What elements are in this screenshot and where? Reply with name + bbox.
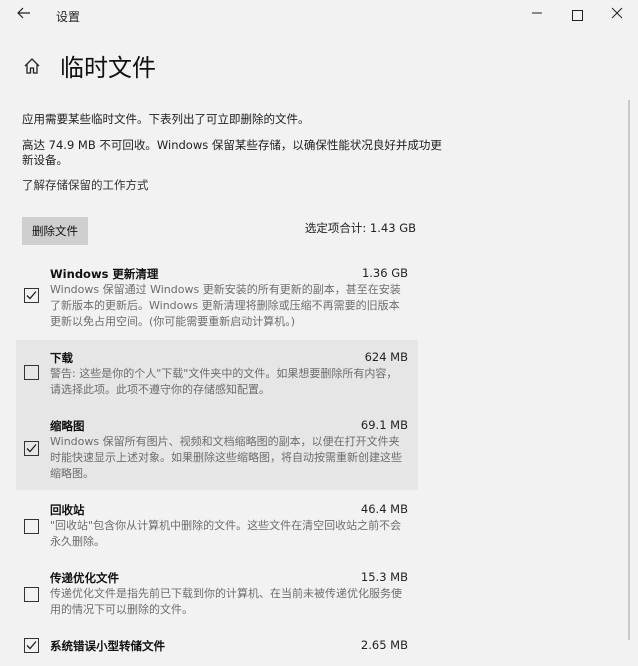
item-size: 1.36 GB	[361, 266, 408, 280]
temp-file-list: Windows 更新清理 1.36 GB Windows 保留通过 Window…	[16, 256, 418, 666]
item-description: Windows 保留通过 Windows 更新安装的所有更新的副本，甚至在安装了…	[50, 283, 401, 328]
checkmark-icon	[26, 291, 37, 300]
list-item-windows-update-cleanup[interactable]: Windows 更新清理 1.36 GB Windows 保留通过 Window…	[16, 256, 418, 340]
list-item-recycle-bin[interactable]: 回收站 46.4 MB "回收站"包含你从计算机中删除的文件。这些文件在清空回收…	[16, 490, 418, 558]
item-name: 下载	[50, 351, 73, 365]
item-size: 15.3 MB	[360, 570, 408, 584]
list-item-delivery-optimization[interactable]: 传递优化文件 15.3 MB 传递优化文件是指先前已下载到你的计算机、在当前未被…	[16, 558, 418, 626]
list-item-system-error-minidump[interactable]: 系统错误小型转储文件 2.65 MB	[16, 626, 418, 666]
item-size: 46.4 MB	[360, 502, 408, 516]
checkmark-icon	[26, 444, 37, 453]
checkbox[interactable]	[24, 288, 39, 303]
item-description: 警告: 这些是你的个人"下载"文件夹中的文件。如果想要删除所有内容，请选择此项。…	[50, 367, 398, 396]
checkbox[interactable]	[24, 587, 39, 602]
title-bar: 设置	[0, 0, 638, 32]
page-title: 临时文件	[60, 54, 156, 82]
storage-reserve-link[interactable]: 了解存储保留的工作方式	[22, 177, 149, 193]
item-name: 系统错误小型转储文件	[50, 639, 165, 653]
item-description: Windows 保留所有图片、视频和文档缩略图的副本，以便在打开文件夹时能快速显…	[50, 435, 402, 480]
settings-window: 设置 临时文件 应用需要某些临时文件。下表列出了可立即删除的文件。 高达 74.…	[0, 0, 638, 653]
scrollbar[interactable]	[628, 100, 630, 640]
item-size: 69.1 MB	[360, 418, 408, 432]
home-icon[interactable]	[22, 56, 42, 76]
back-arrow-icon[interactable]	[12, 4, 36, 28]
item-size: 624 MB	[364, 350, 408, 364]
checkbox[interactable]	[24, 441, 39, 456]
item-name: Windows 更新清理	[50, 267, 159, 281]
item-name: 缩略图	[50, 419, 85, 433]
list-item-downloads[interactable]: 下载 624 MB 警告: 这些是你的个人"下载"文件夹中的文件。如果想要删除所…	[16, 340, 418, 406]
minimize-icon[interactable]	[522, 4, 552, 28]
item-description: 传递优化文件是指先前已下载到你的计算机、在当前未被传递优化服务使用的情况下可以删…	[50, 587, 402, 616]
close-icon[interactable]	[602, 4, 632, 28]
selected-total: 选定项合计: 1.43 GB	[304, 221, 416, 235]
delete-files-button[interactable]: 删除文件	[22, 217, 88, 245]
checkbox[interactable]	[24, 519, 39, 534]
checkmark-icon	[26, 641, 37, 650]
item-name: 回收站	[50, 503, 85, 517]
window-title: 设置	[56, 10, 81, 24]
item-name: 传递优化文件	[50, 571, 119, 585]
item-description: "回收站"包含你从计算机中删除的文件。这些文件在清空回收站之前不会永久删除。	[50, 519, 402, 548]
checkbox[interactable]	[24, 638, 39, 653]
intro-text: 应用需要某些临时文件。下表列出了可立即删除的文件。	[22, 112, 310, 126]
reserved-storage-text: 高达 74.9 MB 不可回收。Windows 保留某些存储，以确保性能状况良好…	[22, 138, 442, 167]
maximize-icon[interactable]	[562, 4, 592, 28]
list-item-thumbnails[interactable]: 缩略图 69.1 MB Windows 保留所有图片、视频和文档缩略图的副本，以…	[16, 406, 418, 490]
checkbox[interactable]	[24, 365, 39, 380]
